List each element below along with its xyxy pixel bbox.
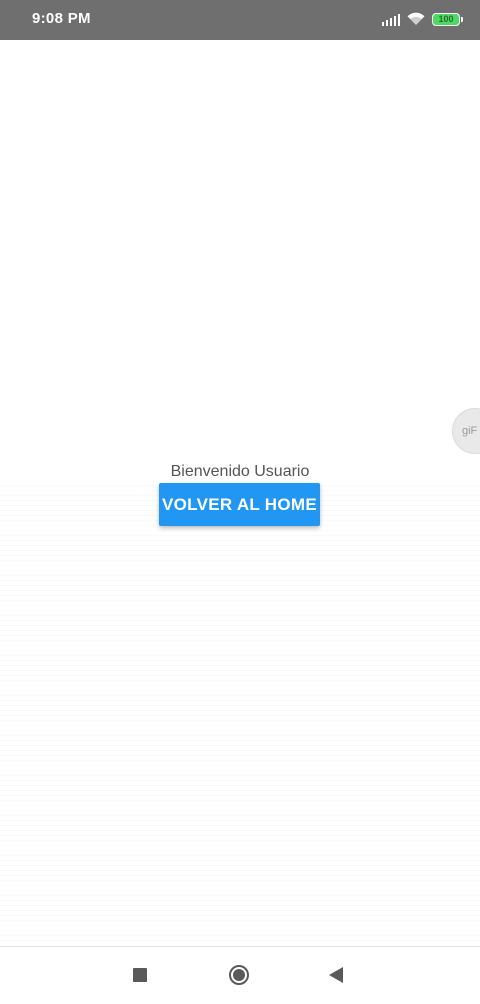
gif-floating-bubble[interactable]: giF bbox=[452, 408, 480, 454]
gif-bubble-label: giF bbox=[462, 425, 478, 437]
status-icons: 100 bbox=[382, 9, 463, 29]
status-time: 9:08 PM bbox=[32, 10, 91, 27]
recents-icon[interactable] bbox=[133, 968, 147, 982]
status-bar: 9:08 PM 100 bbox=[0, 0, 480, 40]
wifi-icon bbox=[407, 12, 425, 26]
navigation-bar bbox=[0, 946, 480, 1004]
battery-icon: 100 bbox=[432, 12, 463, 26]
battery-level: 100 bbox=[438, 14, 454, 24]
signal-icon bbox=[382, 13, 400, 26]
back-to-home-button[interactable]: VOLVER AL HOME bbox=[159, 483, 320, 526]
welcome-text: Bienvenido Usuario bbox=[170, 463, 310, 480]
background-dither bbox=[0, 485, 480, 945]
screen: 9:08 PM 100 giF Bienvenido Usuario VOLVE… bbox=[0, 0, 480, 1004]
back-icon[interactable] bbox=[329, 967, 343, 983]
home-icon[interactable] bbox=[229, 965, 249, 985]
